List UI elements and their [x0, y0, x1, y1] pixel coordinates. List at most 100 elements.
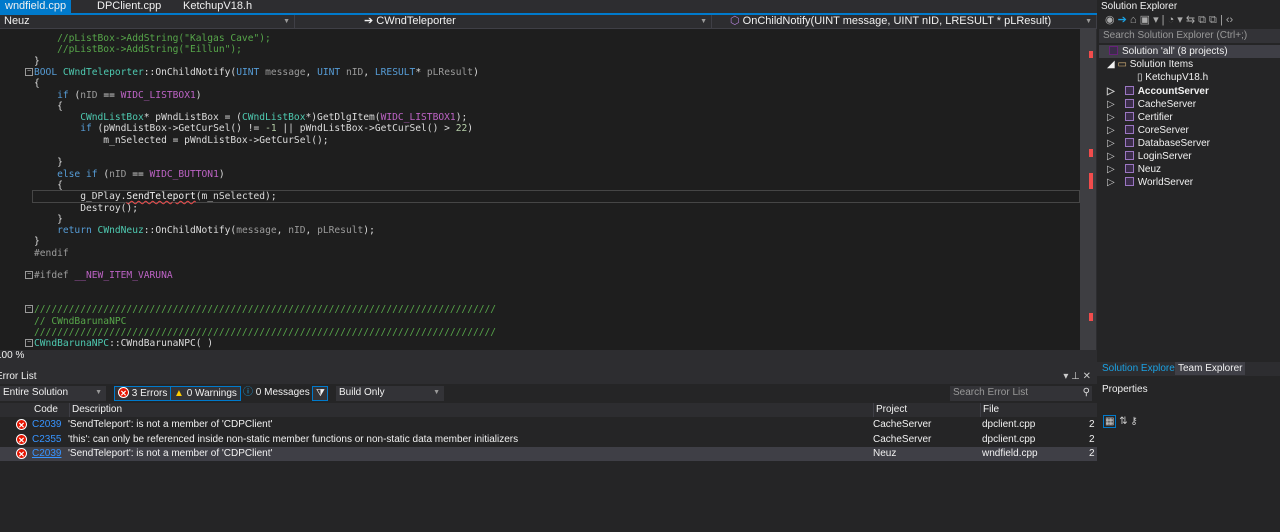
project-label: Certifier	[1137, 112, 1173, 123]
build-dropdown[interactable]: Build Only ▼	[336, 386, 444, 401]
member-dropdown[interactable]: ⬡ OnChildNotify(UINT message, UINT nID, …	[728, 15, 1097, 28]
search-error-list-input[interactable]: Search Error List ⚲	[950, 386, 1092, 401]
code-line[interactable]: if (pWndListBox->GetCurSel() != -1 || pW…	[34, 123, 473, 134]
solution-search-input[interactable]: Search Solution Explorer (Ctrl+;)	[1099, 29, 1280, 43]
filter-icon[interactable]: ⧩	[312, 386, 328, 401]
code-line[interactable]: }	[34, 56, 40, 67]
tree-solution[interactable]: Solution 'all' (8 projects)	[1099, 45, 1280, 58]
code-line[interactable]: ////////////////////////////////////////…	[34, 304, 496, 315]
code-line[interactable]: {	[34, 101, 63, 112]
code-token: (pWndListBox->GetCurSel() !=	[97, 123, 266, 135]
warnings-filter-button[interactable]: ▲ 0 Warnings	[170, 386, 241, 401]
code-token: //pListBox->AddString("Eillun");	[34, 44, 242, 56]
code-line[interactable]: m_nSelected = pWndListBox->GetCurSel();	[34, 135, 328, 146]
project-dropdown[interactable]: Neuz ▼	[0, 15, 295, 28]
chevron-down-icon: ▼	[700, 18, 707, 25]
col-description[interactable]: Description	[69, 403, 122, 417]
code-token: OnChildNotify	[155, 66, 231, 78]
expand-icon[interactable]: ▷	[1107, 86, 1115, 97]
tab-wndfield[interactable]: wndfield.cpp	[0, 0, 72, 13]
code-line[interactable]: if (nID == WIDC_LISTBOX1)	[34, 90, 201, 101]
code-line[interactable]: BOOL CWndTeleporter::OnChildNotify(UINT …	[34, 67, 479, 78]
error-code-link[interactable]: C2039	[32, 447, 61, 461]
code-line[interactable]: }	[34, 236, 40, 247]
col-file[interactable]: File	[980, 403, 999, 417]
error-row[interactable]: ✕ C2039 'SendTeleport': is not a member …	[0, 447, 1097, 461]
code-token: nID	[109, 168, 127, 180]
code-line[interactable]: return CWndNeuz::OnChildNotify(message, …	[34, 225, 375, 236]
tree-project[interactable]: ▷ LoginServer	[1107, 150, 1192, 163]
expand-icon[interactable]: ▷	[1107, 125, 1115, 136]
error-code-link[interactable]: C2039	[32, 418, 61, 432]
arrow-icon: ➔	[364, 15, 377, 27]
solution-label: Solution 'all' (8 projects)	[1109, 45, 1228, 58]
error-row[interactable]: ✕ C2355 'this': can only be referenced i…	[0, 433, 1097, 447]
tree-project[interactable]: ▷ Neuz	[1107, 163, 1161, 176]
project-label: LoginServer	[1137, 151, 1192, 162]
tree-project[interactable]: ▷ AccountServer	[1107, 85, 1209, 98]
code-line[interactable]: {	[34, 180, 63, 191]
properties-toolbar-icons[interactable]: ▦ ⇅ ⚷	[1103, 415, 1138, 428]
messages-filter-button[interactable]: ⓘ 0 Messages	[240, 386, 313, 401]
tree-project[interactable]: ▷ CoreServer	[1107, 124, 1189, 137]
col-code[interactable]: Code	[34, 403, 58, 417]
expand-icon[interactable]: ▷	[1107, 138, 1115, 149]
expand-icon[interactable]: ▷	[1107, 112, 1115, 123]
class-dropdown[interactable]: ➔ CWndTeleporter ▼	[296, 15, 712, 28]
expand-icon[interactable]: ▷	[1107, 99, 1115, 110]
code-line[interactable]: {	[34, 78, 40, 89]
error-row[interactable]: ✕ C2039 'SendTeleport': is not a member …	[0, 418, 1097, 432]
collapse-icon[interactable]: −	[25, 271, 33, 280]
scope-dropdown[interactable]: Entire Solution ▼	[0, 386, 106, 401]
tab-dpclient[interactable]: DPClient.cpp	[92, 0, 166, 13]
code-line[interactable]: else if (nID == WIDC_BUTTON1)	[34, 169, 225, 180]
code-line[interactable]: ////////////////////////////////////////…	[34, 327, 496, 338]
tab-solution-explorer[interactable]: Solution Explorer	[1102, 362, 1178, 375]
expand-icon[interactable]: ▷	[1107, 164, 1115, 175]
pin-close-icons[interactable]: ▾ ⊥ ✕	[1063, 370, 1091, 384]
code-line[interactable]: }	[34, 214, 63, 225]
code-editor[interactable]: //pListBox->AddString("Kalgas Cave"); //…	[0, 29, 1080, 350]
tree-project[interactable]: ▷ DatabaseServer	[1107, 137, 1210, 150]
code-line[interactable]: CWndBarunaNPC::CWndBarunaNPC( )	[34, 338, 213, 349]
expand-icon[interactable]: ▷	[1107, 151, 1115, 162]
code-token: message	[236, 225, 277, 237]
collapse-icon[interactable]: −	[25, 305, 33, 314]
collapse-icon[interactable]: −	[25, 339, 33, 348]
error-code-link[interactable]: C2355	[32, 433, 61, 447]
tree-project[interactable]: ▷ Certifier	[1107, 111, 1173, 124]
code-line[interactable]: Destroy();	[34, 203, 138, 214]
tree-solution-items[interactable]: ◢ ▭ Solution Items	[1107, 58, 1193, 71]
code-line[interactable]: //pListBox->AddString("Eillun");	[34, 44, 242, 55]
code-line[interactable]: //pListBox->AddString("Kalgas Cave");	[34, 33, 271, 44]
tree-project[interactable]: ▷ WorldServer	[1107, 176, 1193, 189]
vertical-scrollbar[interactable]	[1080, 29, 1096, 350]
tree-file[interactable]: ▯ KetchupV18.h	[1137, 71, 1208, 84]
code-line[interactable]: g_DPlay.SendTeleport(m_nSelected);	[34, 191, 276, 202]
info-icon: ⓘ	[243, 387, 253, 398]
project-icon	[1124, 164, 1134, 173]
zoom-level[interactable]: 100 %	[0, 350, 24, 361]
explorer-toolbar-icons[interactable]: ◉ ➔ ⌂ ▣ ▾ | ◔ ▾ ⇆ ⧉ ⧉ | ‹›	[1105, 14, 1233, 27]
col-project[interactable]: Project	[873, 403, 907, 417]
tab-team-explorer[interactable]: Team Explorer	[1175, 362, 1246, 375]
tree-project[interactable]: ▷ CacheServer	[1107, 98, 1196, 111]
code-token: * pWndListBox = (	[143, 112, 242, 124]
member-name: OnChildNotify(UINT message, UINT nID, LR…	[742, 15, 1052, 27]
code-token: message	[265, 66, 306, 78]
code-line[interactable]: #endif	[34, 248, 69, 259]
code-line[interactable]: CWndListBox* pWndListBox = (CWndListBox*…	[34, 112, 467, 123]
error-description: 'SendTeleport': is not a member of 'CDPC…	[68, 448, 273, 459]
collapse-icon[interactable]: −	[25, 67, 33, 76]
tab-ketchup[interactable]: KetchupV18.h	[178, 0, 257, 13]
error-icon: ✕	[118, 387, 129, 398]
error-project: CacheServer	[873, 419, 932, 430]
file-icon: ▯	[1137, 72, 1143, 83]
code-line[interactable]: }	[34, 157, 63, 168]
expand-icon[interactable]: ▷	[1107, 177, 1115, 188]
code-line[interactable]: #ifdef __NEW_ITEM_VARUNA	[34, 270, 173, 281]
chevron-down-icon: ▼	[1085, 18, 1092, 25]
errors-filter-button[interactable]: ✕ 3 Errors	[114, 386, 172, 401]
code-token: 22	[455, 123, 468, 135]
code-line[interactable]: // CWndBarunaNPC	[34, 316, 126, 327]
